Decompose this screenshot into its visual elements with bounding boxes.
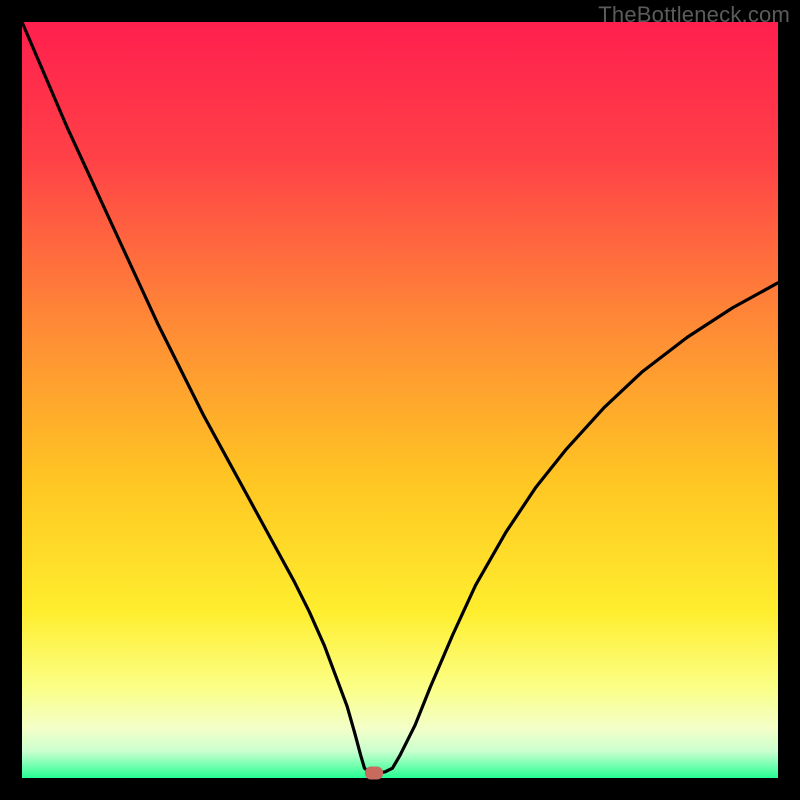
- watermark-text: TheBottleneck.com: [598, 2, 790, 28]
- chart-frame: [22, 22, 778, 778]
- bottleneck-chart: [22, 22, 778, 778]
- current-point-marker: [365, 766, 383, 779]
- chart-background: [22, 22, 778, 778]
